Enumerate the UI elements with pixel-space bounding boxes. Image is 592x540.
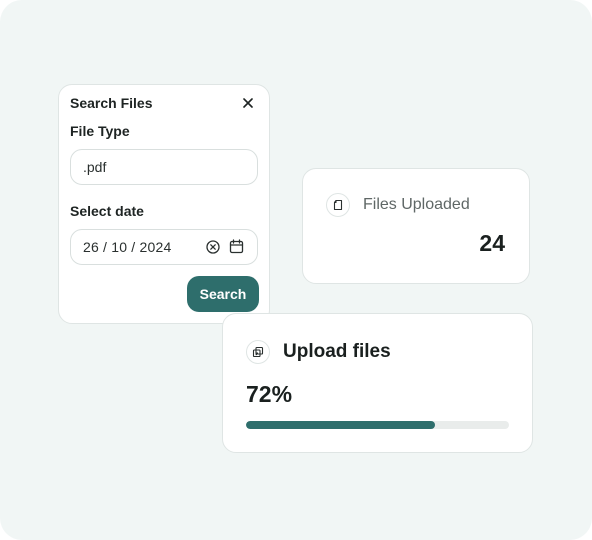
file-icon-badge [326,193,350,217]
calendar-icon [229,239,244,254]
copy-files-icon-badge [246,340,270,364]
close-button[interactable] [239,94,257,112]
calendar-button[interactable] [228,238,245,255]
upload-percent: 72% [246,381,293,407]
upload-progress-fill [246,421,436,429]
upload-files-title: Upload files [283,341,391,362]
search-files-panel: Search Files File Type .pdf Select date … [58,84,270,324]
select-date-label: Select date [70,203,144,219]
close-icon [243,98,253,108]
search-panel-title: Search Files [70,95,153,111]
date-value: 26 / 10 / 2024 [83,239,172,255]
date-input[interactable]: 26 / 10 / 2024 [70,229,258,265]
files-uploaded-label: Files Uploaded [363,196,470,213]
files-uploaded-card: Files Uploaded 24 [302,168,530,284]
file-type-label: File Type [70,123,130,139]
file-icon [333,199,343,211]
clear-date-button[interactable] [205,239,221,255]
copy-files-icon [252,346,264,358]
file-type-input[interactable]: .pdf [70,149,258,185]
dashboard-canvas: Search Files File Type .pdf Select date … [0,0,592,540]
clear-circle-icon [206,240,220,254]
upload-progress-bar [246,421,509,429]
files-uploaded-count: 24 [479,230,505,256]
upload-files-card: Upload files 72% [222,313,533,453]
file-type-value: .pdf [83,159,107,175]
search-button[interactable]: Search [187,276,259,312]
